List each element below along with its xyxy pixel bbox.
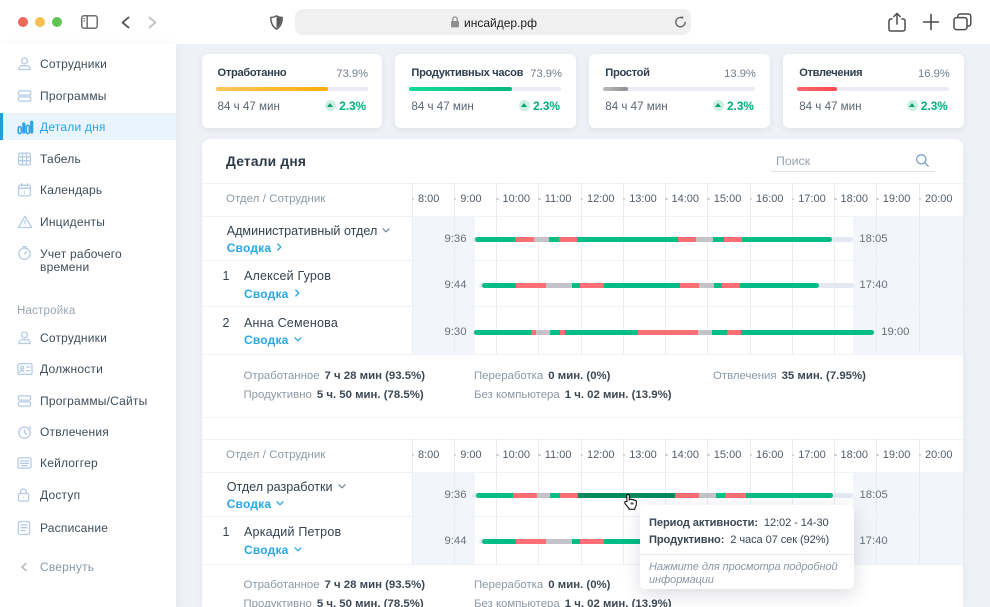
svg-text:1: 1 <box>23 190 26 196</box>
